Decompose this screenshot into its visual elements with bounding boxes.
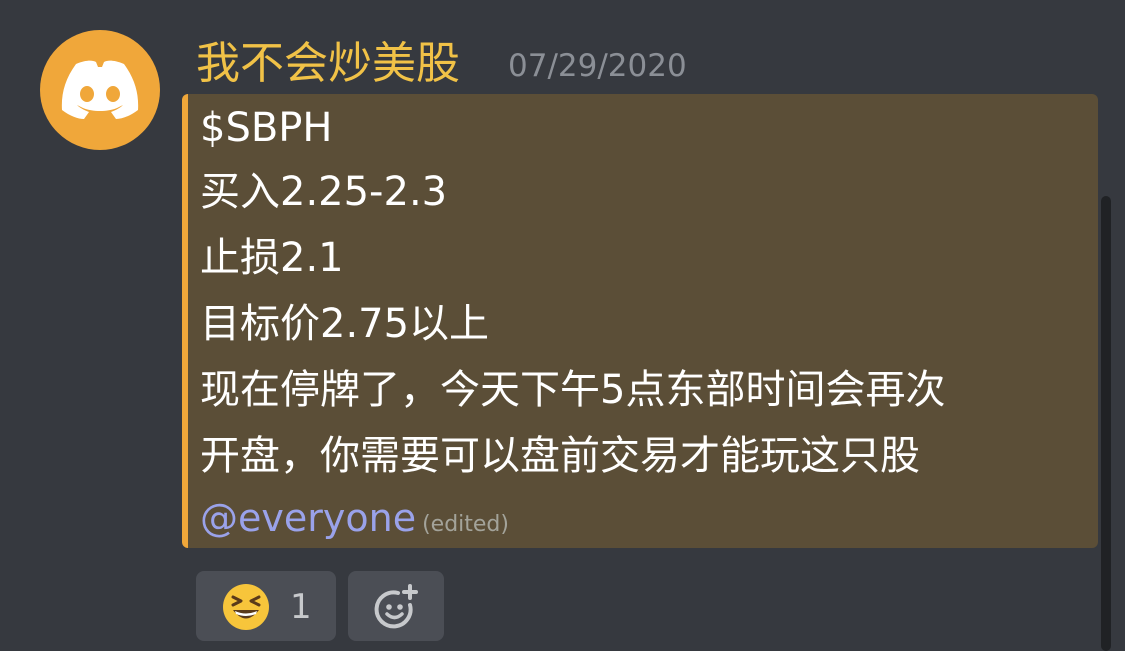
message-timestamp: 07/29/2020 xyxy=(508,48,687,84)
add-reaction-icon xyxy=(374,584,418,629)
message-line: 现在停牌了，今天下午5点东部时间会再次 xyxy=(200,367,946,413)
message-line: 止损2.1 xyxy=(200,235,344,281)
message-line: 买入2.25-2.3 xyxy=(200,169,448,215)
add-reaction-button[interactable] xyxy=(348,571,444,641)
mention-row: @everyone (edited) xyxy=(200,492,509,544)
author-name[interactable]: 我不会炒美股 xyxy=(196,36,460,92)
message-content: $SBPH 买入2.25-2.3 止损2.1 目标价2.75以上 现在停牌了，今… xyxy=(182,94,1098,548)
grinning-squinting-face-icon xyxy=(223,584,269,630)
message-line: 目标价2.75以上 xyxy=(200,301,490,347)
message-line: 开盘，你需要可以盘前交易才能玩这只股 xyxy=(200,433,920,479)
scrollbar[interactable] xyxy=(1101,196,1111,651)
discord-logo-icon xyxy=(61,60,139,119)
avatar[interactable] xyxy=(40,30,160,150)
message-line: $SBPH xyxy=(200,105,333,151)
edited-label: (edited) xyxy=(422,512,509,537)
reaction-count: 1 xyxy=(290,587,312,627)
reaction-button[interactable]: 1 xyxy=(196,571,336,641)
everyone-mention[interactable]: @everyone xyxy=(200,496,416,540)
